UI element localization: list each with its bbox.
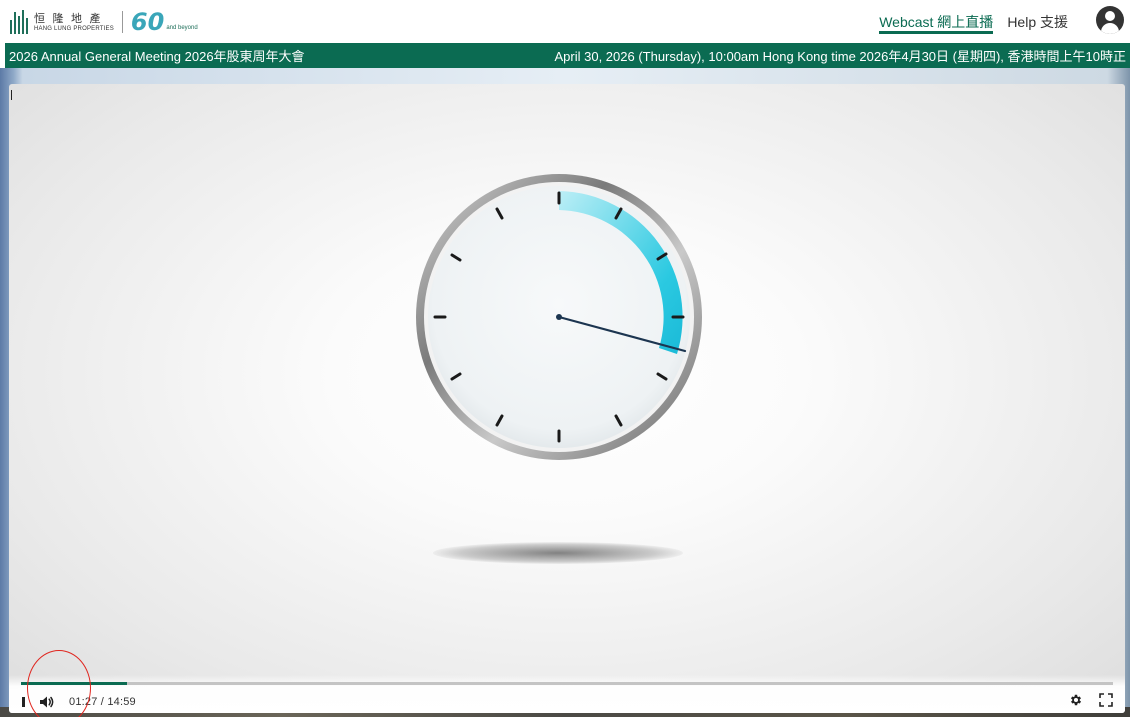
seek-bar-played [21,682,127,685]
anniversary-sub: and beyond [166,25,198,31]
logo-divider [121,11,123,33]
video-player[interactable]: 01:27 / 14:59 [9,84,1125,713]
time-separator: / [97,696,108,708]
duration: 14:59 [107,696,136,708]
account-circle-icon[interactable] [1096,6,1124,34]
nav-help[interactable]: Help 支援 [1007,0,1068,43]
clock-pivot [556,314,562,320]
logo-brand-cn: 恒 隆 地 產 [34,11,103,25]
event-title-band: 2026 Annual General Meeting 2026年股東周年大會 … [5,43,1130,68]
gear-icon[interactable] [1069,693,1083,707]
seek-bar[interactable] [21,682,1113,685]
event-title: 2026 Annual General Meeting 2026年股東周年大會 [9,49,305,64]
page-root: 恒 隆 地 產 HANG LUNG PROPERTIES 60 and beyo… [0,0,1130,717]
time-display: 01:27 / 14:59 [69,696,136,708]
main-nav: Webcast 網上直播 Help 支援 [879,0,1068,43]
anniversary-60-logo: 60 [130,8,165,36]
clock-graphic [416,174,702,460]
logo-mark-icon [10,10,28,34]
logo-brand-en: HANG LUNG PROPERTIES [34,25,114,32]
controls-left: 01:27 / 14:59 [21,693,136,711]
event-datetime: April 30, 2026 (Thursday), 10:00am Hong … [554,49,1126,64]
nav-webcast[interactable]: Webcast 網上直播 [879,0,994,43]
pause-icon[interactable] [21,695,35,709]
hang-lung-logo[interactable]: 恒 隆 地 產 HANG LUNG PROPERTIES 60 and beyo… [10,7,198,37]
current-time: 01:27 [69,696,98,708]
text-cursor [11,90,12,100]
clock-shadow [433,542,683,564]
account-head [1105,11,1115,21]
controls-right [1069,693,1113,707]
fullscreen-icon[interactable] [1099,693,1113,707]
player-controls: 01:27 / 14:59 [9,675,1125,713]
top-bar: 恒 隆 地 產 HANG LUNG PROPERTIES 60 and beyo… [0,0,1130,43]
account-body [1101,23,1119,34]
volume-icon[interactable] [35,695,55,709]
logo-text: 恒 隆 地 產 HANG LUNG PROPERTIES [34,13,114,32]
